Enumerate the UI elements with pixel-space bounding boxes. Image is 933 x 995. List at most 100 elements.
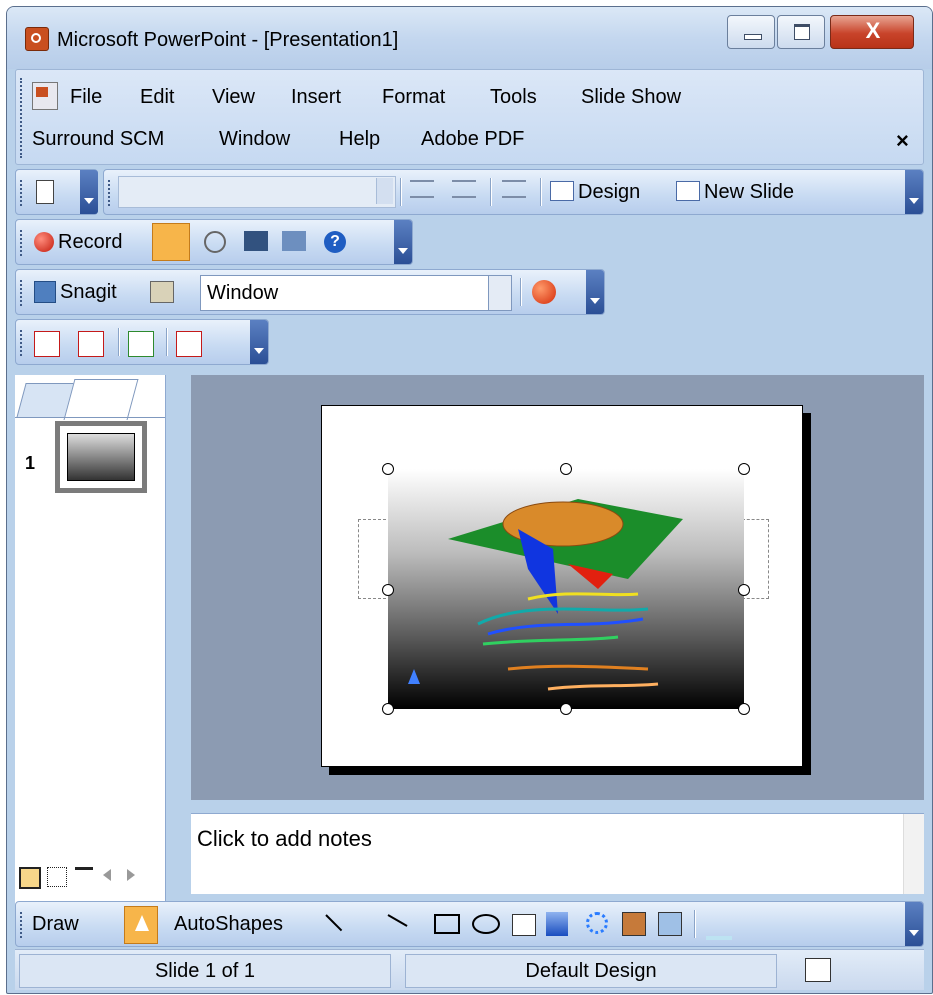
select-objects-button[interactable] [124, 906, 158, 944]
clipart-icon[interactable] [622, 912, 646, 936]
toolbar-options-button[interactable] [394, 220, 412, 264]
picture-icon[interactable] [658, 912, 682, 936]
adobe-pdf-toolbar [15, 319, 269, 365]
menu-view[interactable]: View [212, 86, 255, 109]
scroll-right-icon[interactable] [127, 869, 135, 881]
menu-help[interactable]: Help [339, 128, 380, 151]
menu-tools[interactable]: Tools [490, 86, 537, 109]
rectangle-icon[interactable] [434, 914, 460, 934]
new-slide-button[interactable]: New Slide [704, 181, 794, 204]
notes-pane[interactable]: Click to add notes [191, 813, 924, 894]
pdf-icon[interactable] [34, 331, 60, 357]
close-button[interactable]: X [830, 15, 914, 49]
standard-toolbar-mini [15, 169, 98, 215]
app-icon[interactable] [25, 27, 49, 51]
chevron-down-icon[interactable] [376, 178, 393, 204]
capture-mode-select[interactable]: Window [200, 275, 512, 311]
snagit-toolbar: Snagit Window [15, 269, 605, 315]
toolbar-options-button[interactable] [905, 170, 923, 214]
slide-editing-area[interactable] [191, 375, 924, 800]
presenter-icon[interactable] [282, 231, 306, 251]
menu-format[interactable]: Format [382, 86, 445, 109]
slide-thumbnail[interactable] [55, 421, 147, 493]
webcam-icon[interactable] [204, 231, 226, 253]
document-icon[interactable] [32, 82, 58, 110]
menubar-grip[interactable] [20, 78, 26, 158]
thumbnail-image [67, 433, 135, 481]
capture-mode-value: Window [207, 282, 279, 304]
close-document-icon[interactable]: × [896, 128, 909, 154]
snagit-icon[interactable] [34, 281, 56, 303]
maximize-button[interactable] [777, 15, 825, 49]
record-icon[interactable] [34, 232, 54, 252]
resize-handle-e[interactable] [738, 584, 750, 596]
resize-handle-ne[interactable] [738, 463, 750, 475]
draw-menu-button[interactable]: Draw [32, 913, 79, 936]
toolbar-grip[interactable] [108, 180, 114, 206]
pen-button[interactable] [152, 223, 190, 261]
menu-file[interactable]: File [70, 86, 102, 109]
resize-handle-s[interactable] [560, 703, 572, 715]
pdf-review-icon[interactable] [128, 331, 154, 357]
toolbar-options-button[interactable] [80, 170, 98, 214]
bullets-icon[interactable] [452, 180, 476, 198]
snagit-profile-icon[interactable] [150, 281, 174, 303]
notes-placeholder[interactable]: Click to add notes [197, 826, 372, 852]
indent-icon[interactable] [502, 180, 526, 198]
menu-edit[interactable]: Edit [140, 86, 174, 109]
menu-adobe-pdf[interactable]: Adobe PDF [421, 128, 524, 151]
resize-handle-w[interactable] [382, 584, 394, 596]
resize-handle-sw[interactable] [382, 703, 394, 715]
normal-view-icon[interactable] [19, 867, 41, 889]
resize-handle-se[interactable] [738, 703, 750, 715]
spelling-icon[interactable] [805, 958, 831, 982]
toolbar-grip[interactable] [20, 180, 26, 206]
fill-color-icon[interactable] [706, 912, 732, 940]
resize-handle-n[interactable] [560, 463, 572, 475]
record-button[interactable]: Record [58, 231, 122, 254]
slideshow-view-icon[interactable] [75, 867, 93, 888]
autoshapes-menu-button[interactable]: AutoShapes [174, 913, 283, 936]
help-icon[interactable]: ? [324, 231, 346, 253]
textbox-icon[interactable] [512, 914, 536, 936]
axis-marker [408, 669, 420, 684]
new-slide-icon[interactable] [676, 181, 700, 201]
toolbar-grip[interactable] [20, 330, 26, 356]
title-bar[interactable]: Microsoft PowerPoint - [Presentation1] X [7, 7, 932, 69]
new-document-icon[interactable] [36, 180, 54, 204]
notes-scrollbar[interactable] [903, 814, 924, 894]
toolbar-options-button[interactable] [586, 270, 604, 314]
toolbar-grip[interactable] [20, 230, 26, 256]
font-box[interactable] [118, 176, 396, 208]
menu-window[interactable]: Window [219, 128, 290, 151]
minimize-button[interactable] [727, 15, 775, 49]
toolbar-grip[interactable] [20, 912, 26, 938]
diagram-icon[interactable] [586, 912, 608, 934]
line-icon[interactable] [325, 914, 343, 932]
toolbar-grip[interactable] [20, 280, 26, 306]
capture-icon[interactable] [532, 280, 556, 304]
menu-surround-scm[interactable]: Surround SCM [32, 128, 164, 151]
pdf-attach-icon[interactable] [176, 331, 202, 357]
design-button[interactable]: Design [578, 181, 640, 204]
design-icon[interactable] [550, 181, 574, 201]
snagit-button[interactable]: Snagit [60, 281, 117, 304]
oval-icon[interactable] [472, 914, 500, 934]
sorter-view-icon[interactable] [47, 867, 67, 887]
tab-slides[interactable] [63, 379, 139, 420]
scroll-left-icon[interactable] [103, 869, 111, 881]
toolbar-options-button[interactable] [905, 902, 923, 946]
menu-slide-show[interactable]: Slide Show [581, 86, 681, 109]
status-design-name[interactable]: Default Design [405, 954, 777, 988]
arrow-icon[interactable] [387, 914, 408, 927]
wordart-icon[interactable] [546, 912, 568, 936]
inserted-picture[interactable] [388, 469, 744, 709]
toolbar-options-button[interactable] [250, 320, 268, 364]
resize-handle-nw[interactable] [382, 463, 394, 475]
pdf-comment-icon[interactable] [78, 331, 104, 357]
menu-insert[interactable]: Insert [291, 86, 341, 109]
chevron-down-icon[interactable] [488, 276, 511, 310]
slide-canvas[interactable] [321, 405, 803, 767]
numbering-icon[interactable] [410, 180, 434, 198]
screen-icon[interactable] [244, 231, 268, 251]
